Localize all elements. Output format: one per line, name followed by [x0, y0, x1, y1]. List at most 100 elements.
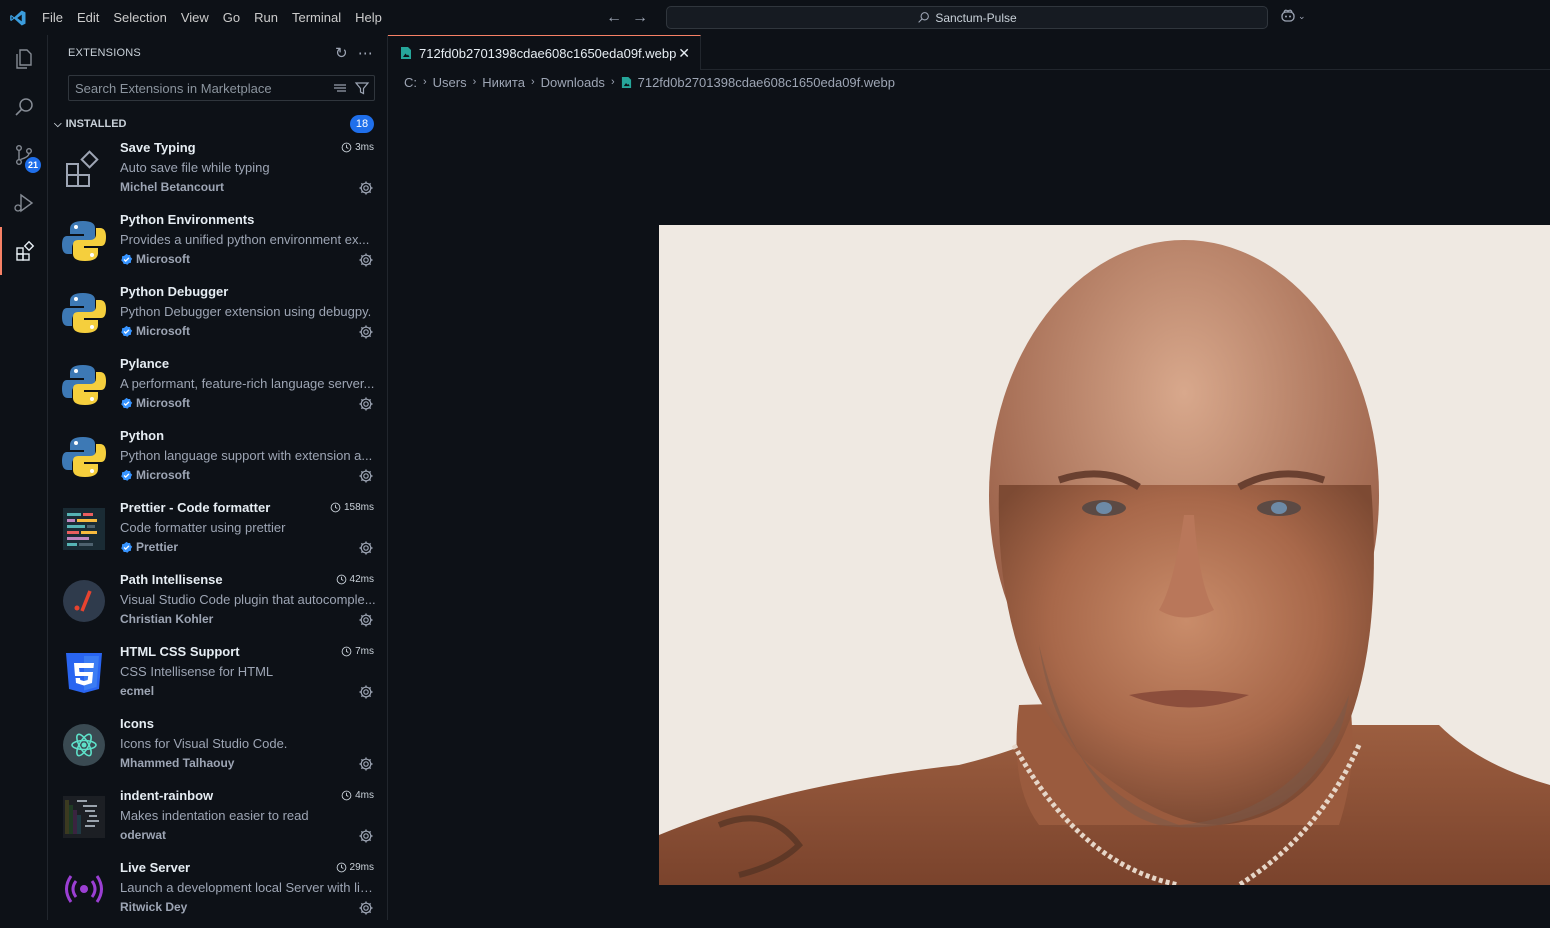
gear-icon[interactable]: [358, 684, 374, 700]
menu-selection[interactable]: Selection: [106, 0, 173, 35]
extension-description: Icons for Visual Studio Code.: [120, 736, 288, 751]
publisher-name: Mhammed Talhaouy: [120, 756, 235, 770]
gear-icon[interactable]: [358, 468, 374, 484]
forward-arrow-icon[interactable]: →: [632, 9, 648, 27]
extensions-search-input[interactable]: [75, 80, 325, 96]
publisher-name: ecmel: [120, 684, 155, 698]
extension-description: CSS Intellisense for HTML: [120, 664, 274, 679]
activity-bar: 21: [0, 35, 48, 920]
menu-go[interactable]: Go: [216, 0, 247, 35]
extensions-search-box: [68, 75, 375, 101]
menu-file[interactable]: File: [35, 0, 70, 35]
chevron-down-icon: ⌵: [54, 118, 62, 130]
extension-description: Python Debugger extension using debugpy.: [120, 304, 372, 319]
path-intellisense-icon: [62, 579, 106, 623]
breadcrumb-item[interactable]: Никита: [482, 75, 525, 90]
extension-description: Python language support with extension a…: [120, 448, 373, 463]
source-control-button[interactable]: 21: [0, 131, 48, 179]
menu-help[interactable]: Help: [348, 0, 389, 35]
gear-icon[interactable]: [358, 540, 374, 556]
python-icon: [62, 363, 106, 407]
extension-name: Live Server: [120, 860, 191, 875]
extension-item[interactable]: Python Debugger Python Debugger extension…: [48, 280, 388, 352]
editor-tab[interactable]: 712fd0b2701398cdae608c1650eda09f.webp ✕: [388, 35, 701, 70]
extension-item[interactable]: Python Environments Provides a unified py…: [48, 208, 388, 280]
menu-run[interactable]: Run: [247, 0, 285, 35]
indent-rainbow-icon: [62, 795, 106, 839]
extension-name: Python: [120, 428, 165, 443]
extension-name: Save Typing: [120, 140, 196, 155]
activation-time: 3ms: [341, 142, 374, 153]
publisher-name: Christian Kohler: [120, 612, 214, 626]
gear-icon[interactable]: [358, 180, 374, 196]
breadcrumb-item[interactable]: Downloads: [541, 75, 605, 90]
close-icon[interactable]: ✕: [678, 45, 690, 62]
search-view-button[interactable]: [0, 83, 48, 131]
extension-item[interactable]: Pylance A performant, feature-rich langua…: [48, 352, 388, 424]
breadcrumb-item[interactable]: 712fd0b2701398cdae608c1650eda09f.webp: [638, 75, 895, 90]
copilot-icon: [1281, 9, 1295, 22]
editor-tab-label: 712fd0b2701398cdae608c1650eda09f.webp: [419, 45, 677, 61]
extension-description: Launch a development local Server with l…: [120, 880, 376, 895]
extension-item[interactable]: HTML CSS Support 7ms CSS Intellisense for …: [48, 640, 388, 712]
extension-description: Makes indentation easier to read: [120, 808, 309, 823]
copilot-button[interactable]: ⌄: [1280, 9, 1306, 23]
refresh-icon[interactable]: ↻: [335, 44, 348, 62]
gear-icon[interactable]: [358, 396, 374, 412]
breadcrumb-item[interactable]: C:: [404, 75, 417, 90]
extension-description: Auto save file while typing: [120, 160, 270, 175]
extension-item[interactable]: Python Python language support with exten…: [48, 424, 388, 496]
extension-item[interactable]: indent-rainbow 4ms Makes indentation easie…: [48, 784, 388, 856]
gear-icon[interactable]: [358, 756, 374, 772]
extension-publisher: Michel Betancourt: [120, 180, 224, 194]
menu-edit[interactable]: Edit: [70, 0, 106, 35]
back-arrow-icon[interactable]: ←: [606, 9, 622, 27]
source-control-badge: 21: [24, 157, 41, 173]
installed-section-header[interactable]: ⌵ INSTALLED 18: [48, 113, 388, 135]
publisher-name: Microsoft: [136, 252, 190, 266]
activation-time-value: 7ms: [355, 646, 374, 657]
extension-item[interactable]: Icons Icons for Visual Studio Code. Mhamme…: [48, 712, 388, 784]
extension-name: Path Intellisense: [120, 572, 223, 587]
explorer-button[interactable]: [0, 35, 48, 83]
extension-name: Prettier - Code formatter: [120, 500, 271, 515]
extension-publisher: Prettier: [120, 540, 178, 554]
run-debug-button[interactable]: [0, 179, 48, 227]
extensions-sidebar: EXTENSIONS ↻ ⋯ ⌵ INSTALLED 18 Save Typin…: [48, 35, 388, 920]
vscode-logo-icon: [0, 0, 35, 35]
extension-item[interactable]: Path Intellisense 42ms Visual Studio Code …: [48, 568, 388, 640]
publisher-name: Microsoft: [136, 324, 190, 338]
activation-time: 7ms: [341, 646, 374, 657]
image-file-icon: [621, 76, 631, 88]
filter-icon[interactable]: [354, 80, 370, 96]
search-icon: [15, 98, 33, 116]
more-actions-icon[interactable]: ⋯: [358, 44, 373, 62]
editor-tab-bar: 712fd0b2701398cdae608c1650eda09f.webp ✕: [388, 35, 1550, 70]
css3-icon: [62, 651, 106, 695]
breadcrumb-item[interactable]: Users: [433, 75, 467, 90]
publisher-name: Michel Betancourt: [120, 180, 225, 194]
prettier-icon: [62, 507, 106, 551]
gear-icon[interactable]: [358, 900, 374, 916]
extension-description: Visual Studio Code plugin that autocompl…: [120, 592, 376, 607]
command-center[interactable]: Sanctum-Pulse: [666, 6, 1268, 29]
extension-publisher: Ritwick Dey: [120, 900, 187, 914]
extension-item[interactable]: Live Server 29ms Launch a development loca…: [48, 856, 388, 928]
extension-item[interactable]: Save Typing 3ms Auto save file while typin…: [48, 136, 388, 208]
gear-icon[interactable]: [358, 252, 374, 268]
activation-time-value: 42ms: [349, 574, 374, 585]
extension-publisher: ecmel: [120, 684, 154, 698]
verified-badge-icon: [121, 325, 133, 337]
menu-view[interactable]: View: [174, 0, 216, 35]
extension-item[interactable]: Prettier - Code formatter 158ms Code forma…: [48, 496, 388, 568]
command-center-label: Sanctum-Pulse: [935, 10, 1017, 25]
gear-icon[interactable]: [358, 828, 374, 844]
gear-icon[interactable]: [358, 612, 374, 628]
activation-time-value: 4ms: [355, 790, 374, 801]
clear-filter-icon[interactable]: [332, 80, 348, 96]
extensions-view-button[interactable]: [0, 227, 48, 275]
gear-icon[interactable]: [358, 324, 374, 340]
python-icon: [62, 435, 106, 479]
react-atom-icon: [62, 723, 106, 767]
menu-terminal[interactable]: Terminal: [285, 0, 348, 35]
